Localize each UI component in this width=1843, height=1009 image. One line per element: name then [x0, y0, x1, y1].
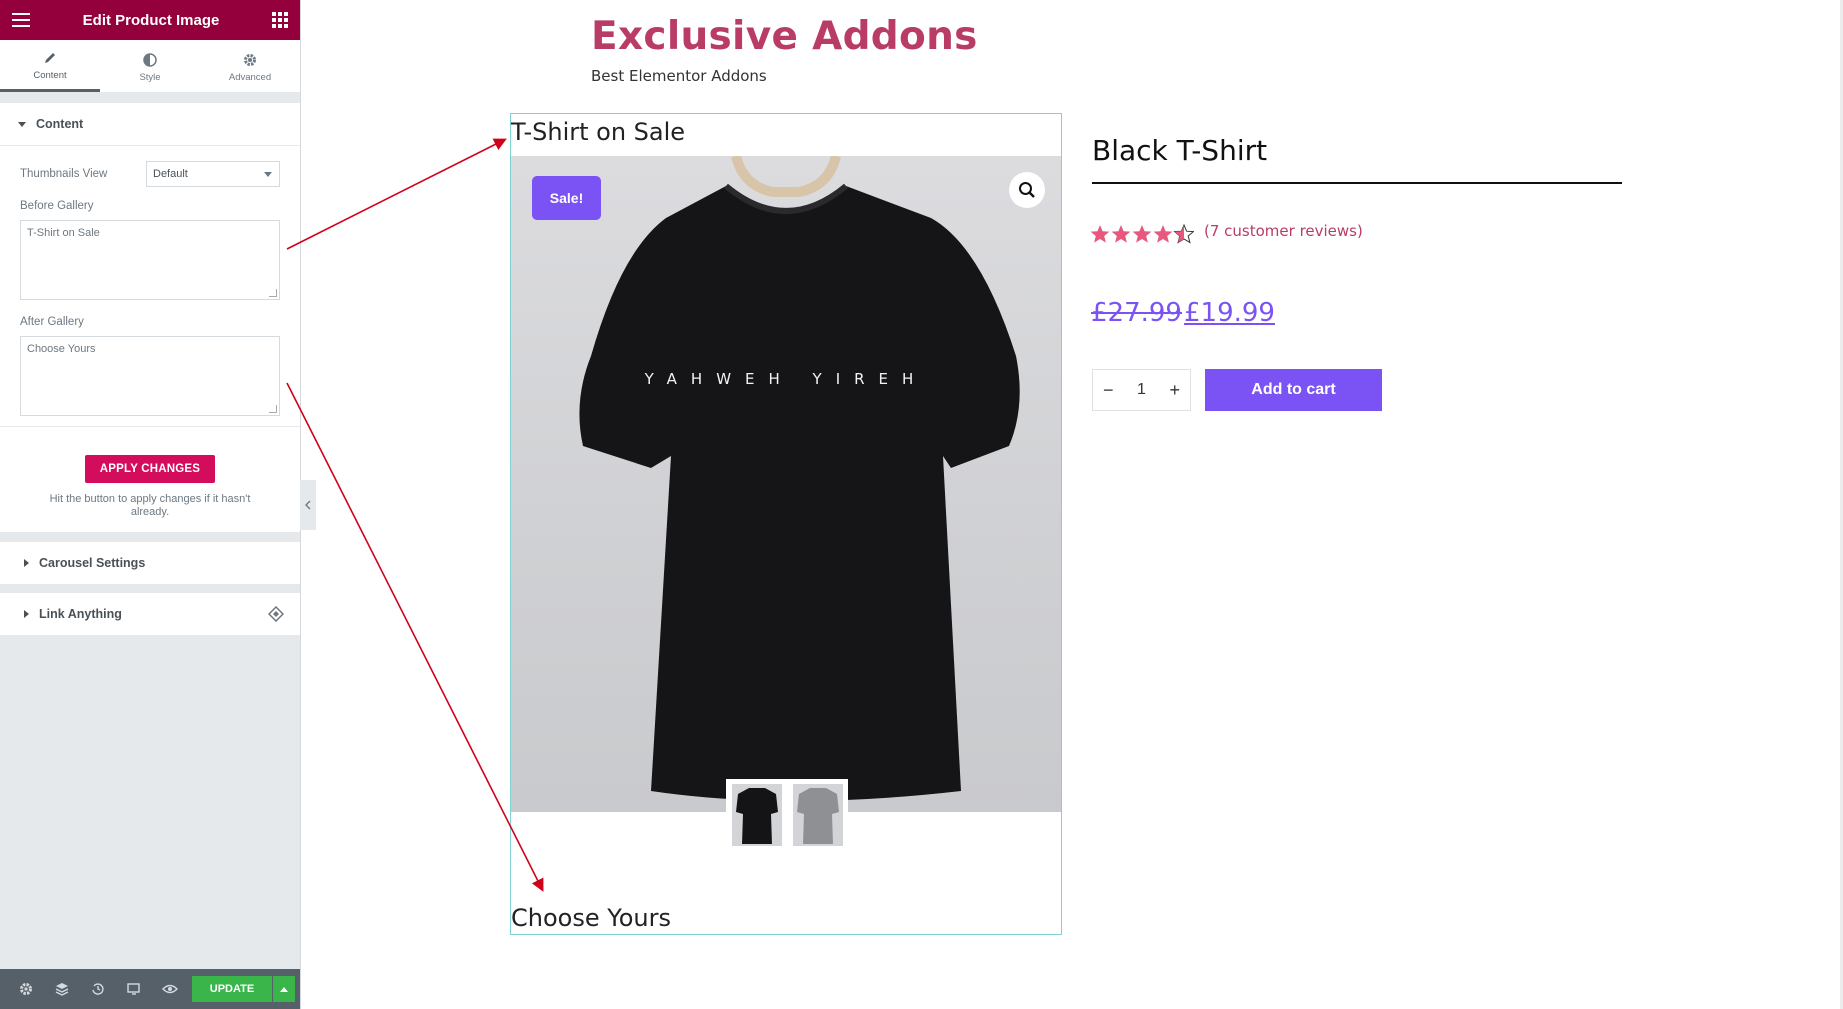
quantity-value[interactable]: 1 [1137, 381, 1146, 399]
plus-icon[interactable]: + [1169, 380, 1180, 401]
thumbnail-strip [726, 779, 848, 851]
star-icon [1153, 225, 1173, 243]
shirt-print-text: YAHWEH YIREH [644, 370, 928, 388]
after-gallery-label: After Gallery [20, 316, 84, 328]
apply-changes-area: APPLY CHANGES Hit the button to apply ch… [0, 426, 300, 532]
collapse-panel-handle[interactable] [300, 480, 316, 530]
thumbnail-grey-shirt[interactable] [792, 784, 843, 846]
thumbnails-view-select[interactable]: Default [146, 161, 280, 187]
tab-advanced-label: Advanced [228, 71, 272, 83]
star-icon [1132, 225, 1152, 243]
contrast-icon [143, 50, 157, 70]
responsive-mode-icon[interactable] [116, 969, 152, 1009]
gear-icon [243, 50, 257, 70]
addon-diamond-icon [267, 606, 285, 625]
star-icon [1090, 225, 1110, 243]
chevron-left-icon [305, 500, 311, 510]
product-main-image[interactable]: YAHWEH YIREH Sale! [511, 156, 1061, 812]
t-shirt-image: YAHWEH YIREH [579, 156, 1020, 801]
content-section-title: Content [36, 117, 84, 131]
before-gallery-label: Before Gallery [20, 200, 94, 212]
panel-tabs: Content Style Advanced [0, 40, 300, 93]
before-gallery-textarea[interactable]: T-Shirt on Sale [20, 220, 280, 300]
half-star-icon [1174, 224, 1194, 244]
content-section: Content Thumbnails View Default Before G… [0, 103, 300, 533]
layers-icon[interactable] [44, 969, 80, 1009]
tab-style-label: Style [139, 71, 161, 83]
tab-advanced[interactable]: Advanced [200, 40, 300, 92]
thumbnail-black-shirt[interactable] [731, 784, 782, 846]
history-icon[interactable] [80, 969, 116, 1009]
before-gallery-value: T-Shirt on Sale [27, 227, 100, 239]
apply-changes-hint: Hit the button to apply changes if it ha… [49, 493, 251, 518]
pencil-icon [43, 48, 57, 68]
chevron-down-icon [264, 172, 272, 177]
content-section-header[interactable]: Content [0, 103, 300, 146]
product-title: Black T-Shirt [1092, 134, 1268, 167]
carousel-settings-section: Carousel Settings [0, 542, 300, 586]
panel-footer: UPDATE [0, 969, 300, 1009]
carousel-settings-header[interactable]: Carousel Settings [0, 542, 300, 586]
resize-grip-icon[interactable] [269, 289, 277, 297]
panel-title: Edit Product Image [82, 11, 220, 29]
preview-eye-icon[interactable] [152, 969, 188, 1009]
menu-icon[interactable] [12, 13, 30, 27]
sale-badge: Sale! [532, 176, 601, 220]
caret-up-icon [280, 987, 288, 992]
update-button[interactable]: UPDATE [192, 976, 272, 1002]
site-title[interactable]: Exclusive Addons [591, 14, 978, 59]
update-options-button[interactable] [273, 976, 295, 1002]
star-icon [1111, 225, 1131, 243]
product-image-widget[interactable]: T-Shirt on Sale YAHWEH YIREH Sale! Choos… [510, 113, 1062, 935]
tab-content-label: Content [33, 70, 67, 81]
search-icon [1019, 182, 1035, 198]
thumbnails-view-label: Thumbnails View [20, 168, 108, 180]
site-tagline: Best Elementor Addons [591, 67, 767, 85]
link-anything-header[interactable]: Link Anything [0, 593, 300, 637]
resize-grip-icon[interactable] [269, 405, 277, 413]
after-gallery-textarea[interactable]: Choose Yours [20, 336, 280, 416]
settings-gear-icon[interactable] [8, 969, 44, 1009]
caret-down-icon [18, 121, 26, 127]
caret-right-icon [24, 559, 29, 568]
zoom-button[interactable] [1009, 172, 1045, 208]
after-gallery-text: Choose Yours [511, 904, 671, 932]
caret-right-icon [24, 610, 29, 619]
thumbnails-view-row: Thumbnails View Default [0, 154, 300, 194]
sale-price: £19.99 [1184, 298, 1275, 328]
link-anything-title: Link Anything [39, 607, 122, 622]
star-rating [1090, 223, 1194, 245]
quantity-stepper[interactable]: − 1 + [1092, 369, 1191, 411]
widgets-grid-icon[interactable] [272, 12, 288, 28]
tab-content[interactable]: Content [0, 40, 100, 92]
editor-panel: Edit Product Image Content Style Advance… [0, 0, 301, 1009]
link-anything-section: Link Anything [0, 593, 300, 637]
add-to-cart-button[interactable]: Add to cart [1205, 369, 1382, 411]
panel-header: Edit Product Image [0, 0, 300, 40]
after-gallery-value: Choose Yours [27, 343, 96, 355]
arrow-to-after-text [286, 382, 544, 892]
thumbnails-view-value: Default [153, 168, 188, 180]
arrow-to-before-text [286, 138, 507, 250]
tab-style[interactable]: Style [100, 40, 200, 92]
before-gallery-text: T-Shirt on Sale [511, 118, 686, 146]
title-divider [1092, 182, 1622, 184]
original-price: £27.99 [1091, 298, 1182, 328]
customer-reviews-link[interactable]: (7 customer reviews) [1204, 222, 1363, 240]
apply-changes-button[interactable]: APPLY CHANGES [84, 455, 216, 483]
carousel-settings-title: Carousel Settings [39, 556, 146, 571]
minus-icon[interactable]: − [1103, 380, 1114, 401]
